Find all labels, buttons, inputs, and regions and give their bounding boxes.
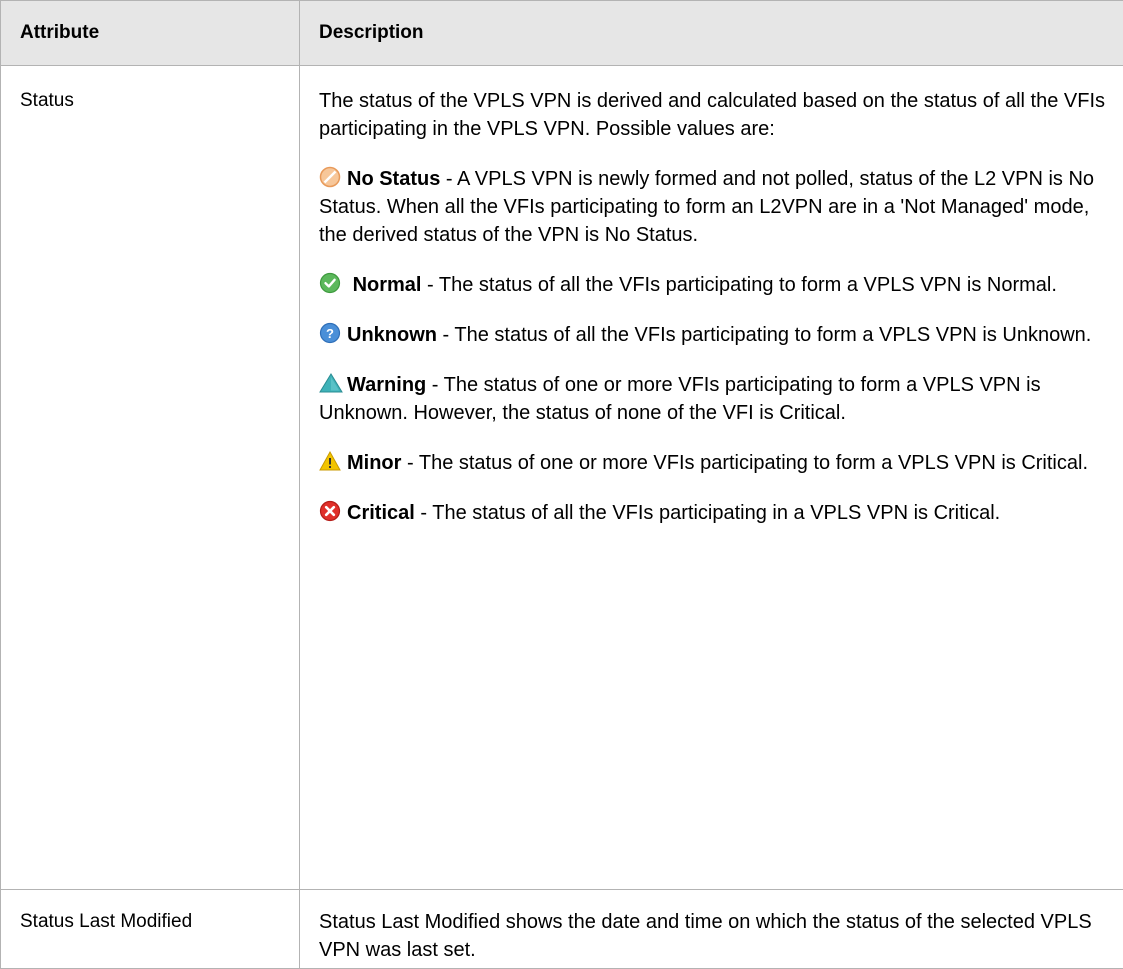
attribute-table: Attribute Description Status The status …	[0, 0, 1123, 969]
no-status-icon	[319, 166, 341, 188]
status-value-warning: Warning - The status of one or more VFIs…	[319, 371, 1113, 427]
critical-status-icon	[319, 500, 341, 522]
status-name: Minor	[347, 452, 401, 474]
status-text: - The status of one or more VFIs partici…	[319, 374, 1041, 424]
table-row: Status Last Modified Status Last Modifie…	[1, 890, 1123, 969]
description-cell: The status of the VPLS VPN is derived an…	[300, 66, 1123, 890]
status-value-unknown: ? Unknown - The status of all the VFIs p…	[319, 321, 1113, 349]
status-value-no-status: No Status - A VPLS VPN is newly formed a…	[319, 165, 1113, 249]
normal-status-icon	[319, 272, 341, 294]
warning-status-icon	[319, 372, 341, 394]
status-name: Critical	[347, 502, 415, 524]
status-name: Unknown	[347, 324, 437, 346]
status-name: Normal	[353, 274, 422, 296]
unknown-status-icon: ?	[319, 322, 341, 344]
minor-status-icon	[319, 450, 341, 472]
status-name: No Status	[347, 168, 440, 190]
status-text: - The status of all the VFIs participati…	[415, 502, 1000, 524]
header-description: Description	[300, 1, 1123, 66]
status-value-critical: Critical - The status of all the VFIs pa…	[319, 499, 1113, 527]
status-intro: The status of the VPLS VPN is derived an…	[319, 87, 1113, 143]
status-text: - The status of all the VFIs participati…	[421, 274, 1056, 296]
status-text: - The status of all the VFIs participati…	[437, 324, 1091, 346]
status-text: - The status of one or more VFIs partici…	[401, 452, 1088, 474]
svg-text:?: ?	[326, 326, 334, 341]
status-value-normal: Normal - The status of all the VFIs part…	[319, 271, 1113, 299]
description-cell: Status Last Modified shows the date and …	[300, 890, 1123, 969]
status-value-minor: Minor - The status of one or more VFIs p…	[319, 449, 1113, 477]
header-attribute: Attribute	[1, 1, 300, 66]
status-name: Warning	[347, 374, 426, 396]
attribute-cell: Status	[1, 66, 300, 890]
attribute-cell: Status Last Modified	[1, 890, 300, 969]
table-header-row: Attribute Description	[1, 1, 1123, 66]
table-row: Status The status of the VPLS VPN is der…	[1, 66, 1123, 890]
